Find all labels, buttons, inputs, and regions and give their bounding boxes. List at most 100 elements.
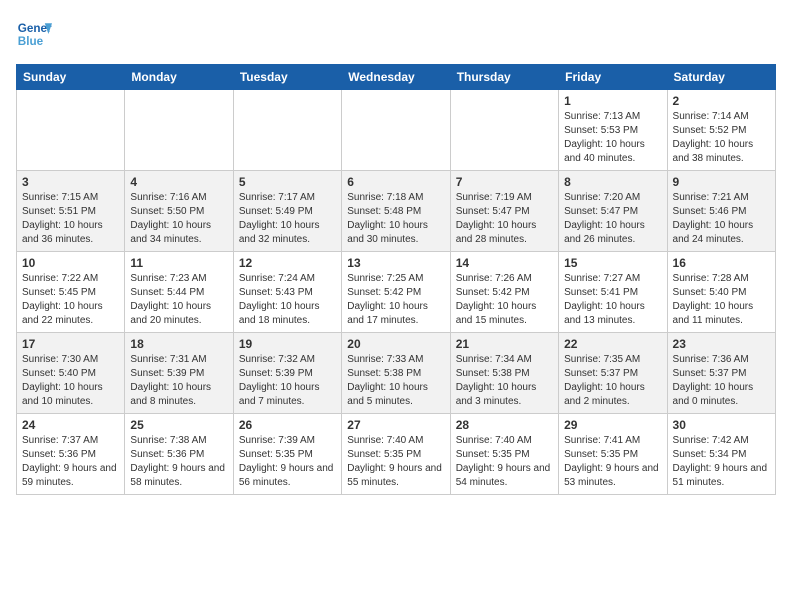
day-info: Sunrise: 7:22 AMSunset: 5:45 PMDaylight:… — [22, 272, 119, 328]
day-info: Sunrise: 7:27 AMSunset: 5:41 PMDaylight:… — [564, 272, 661, 328]
day-info: Sunrise: 7:25 AMSunset: 5:42 PMDaylight:… — [347, 272, 444, 328]
day-info: Sunrise: 7:20 AMSunset: 5:47 PMDaylight:… — [564, 191, 661, 247]
day-info: Sunrise: 7:15 AMSunset: 5:51 PMDaylight:… — [22, 191, 119, 247]
day-info: Sunrise: 7:40 AMSunset: 5:35 PMDaylight:… — [347, 434, 444, 490]
day-info: Sunrise: 7:38 AMSunset: 5:36 PMDaylight:… — [130, 434, 227, 490]
calendar-day-cell: 9 Sunrise: 7:21 AMSunset: 5:46 PMDaylight… — [667, 171, 775, 252]
day-number: 12 — [239, 256, 336, 270]
day-number: 10 — [22, 256, 119, 270]
calendar-day-cell: 18 Sunrise: 7:31 AMSunset: 5:39 PMDayligh… — [125, 333, 233, 414]
calendar-day-cell: 6Sunrise: 7:18 AMSunset: 5:48 PMDaylight… — [342, 171, 450, 252]
calendar-day-cell: 13 Sunrise: 7:25 AMSunset: 5:42 PMDayligh… — [342, 252, 450, 333]
calendar-day-cell — [125, 90, 233, 171]
calendar-day-cell: 29Sunrise: 7:41 AMSunset: 5:35 PMDayligh… — [559, 414, 667, 495]
weekday-header-row: SundayMondayTuesdayWednesdayThursdayFrid… — [17, 65, 776, 90]
calendar-day-cell: 28Sunrise: 7:40 AMSunset: 5:35 PMDayligh… — [450, 414, 558, 495]
day-info: Sunrise: 7:21 AMSunset: 5:46 PMDaylight:… — [673, 191, 770, 247]
day-number: 7 — [456, 175, 553, 189]
day-info: Sunrise: 7:39 AMSunset: 5:35 PMDaylight:… — [239, 434, 336, 490]
calendar-day-cell — [233, 90, 341, 171]
calendar-day-cell: 15 Sunrise: 7:27 AMSunset: 5:41 PMDayligh… — [559, 252, 667, 333]
calendar-week-row: 17Sunrise: 7:30 AMSunset: 5:40 PMDayligh… — [17, 333, 776, 414]
day-number: 26 — [239, 418, 336, 432]
day-number: 14 — [456, 256, 553, 270]
logo: General Blue — [16, 16, 52, 52]
day-number: 8 — [564, 175, 661, 189]
day-number: 17 — [22, 337, 119, 351]
day-number: 15 — [564, 256, 661, 270]
day-number: 30 — [673, 418, 770, 432]
day-number: 19 — [239, 337, 336, 351]
page-header: General Blue — [16, 16, 776, 52]
day-number: 20 — [347, 337, 444, 351]
day-number: 2 — [673, 94, 770, 108]
day-number: 16 — [673, 256, 770, 270]
day-number: 1 — [564, 94, 661, 108]
day-number: 24 — [22, 418, 119, 432]
calendar-day-cell: 14 Sunrise: 7:26 AMSunset: 5:42 PMDayligh… — [450, 252, 558, 333]
weekday-header: Tuesday — [233, 65, 341, 90]
day-info: Sunrise: 7:33 AMSunset: 5:38 PMDaylight:… — [347, 353, 444, 409]
weekday-header: Wednesday — [342, 65, 450, 90]
day-number: 29 — [564, 418, 661, 432]
weekday-header: Thursday — [450, 65, 558, 90]
weekday-header: Sunday — [17, 65, 125, 90]
day-info: Sunrise: 7:40 AMSunset: 5:35 PMDaylight:… — [456, 434, 553, 490]
calendar-day-cell: 19 Sunrise: 7:32 AMSunset: 5:39 PMDayligh… — [233, 333, 341, 414]
calendar-week-row: 3 Sunrise: 7:15 AMSunset: 5:51 PMDaylight… — [17, 171, 776, 252]
day-info: Sunrise: 7:36 AMSunset: 5:37 PMDaylight:… — [673, 353, 770, 409]
calendar-day-cell: 5Sunrise: 7:17 AMSunset: 5:49 PMDaylight… — [233, 171, 341, 252]
day-info: Sunrise: 7:18 AMSunset: 5:48 PMDaylight:… — [347, 191, 444, 247]
calendar-week-row: 24 Sunrise: 7:37 AMSunset: 5:36 PMDayligh… — [17, 414, 776, 495]
calendar-day-cell: 26 Sunrise: 7:39 AMSunset: 5:35 PMDayligh… — [233, 414, 341, 495]
day-info: Sunrise: 7:16 AMSunset: 5:50 PMDaylight:… — [130, 191, 227, 247]
weekday-header: Saturday — [667, 65, 775, 90]
day-info: Sunrise: 7:24 AMSunset: 5:43 PMDaylight:… — [239, 272, 336, 328]
day-info: Sunrise: 7:32 AMSunset: 5:39 PMDaylight:… — [239, 353, 336, 409]
logo-icon: General Blue — [16, 16, 52, 52]
calendar-day-cell: 24 Sunrise: 7:37 AMSunset: 5:36 PMDayligh… — [17, 414, 125, 495]
day-number: 11 — [130, 256, 227, 270]
calendar-day-cell: 3 Sunrise: 7:15 AMSunset: 5:51 PMDaylight… — [17, 171, 125, 252]
day-number: 18 — [130, 337, 227, 351]
calendar-day-cell: 12 Sunrise: 7:24 AMSunset: 5:43 PMDayligh… — [233, 252, 341, 333]
calendar-table: SundayMondayTuesdayWednesdayThursdayFrid… — [16, 64, 776, 495]
day-number: 13 — [347, 256, 444, 270]
day-info: Sunrise: 7:14 AMSunset: 5:52 PMDaylight:… — [673, 110, 770, 166]
day-info: Sunrise: 7:31 AMSunset: 5:39 PMDaylight:… — [130, 353, 227, 409]
calendar-day-cell: 1 Sunrise: 7:13 AMSunset: 5:53 PMDaylight… — [559, 90, 667, 171]
calendar-day-cell: 8 Sunrise: 7:20 AMSunset: 5:47 PMDaylight… — [559, 171, 667, 252]
calendar-day-cell: 23Sunrise: 7:36 AMSunset: 5:37 PMDayligh… — [667, 333, 775, 414]
calendar-day-cell: 30 Sunrise: 7:42 AMSunset: 5:34 PMDayligh… — [667, 414, 775, 495]
calendar-day-cell: 22 Sunrise: 7:35 AMSunset: 5:37 PMDayligh… — [559, 333, 667, 414]
calendar-day-cell: 17Sunrise: 7:30 AMSunset: 5:40 PMDayligh… — [17, 333, 125, 414]
day-info: Sunrise: 7:19 AMSunset: 5:47 PMDaylight:… — [456, 191, 553, 247]
calendar-day-cell: 21 Sunrise: 7:34 AMSunset: 5:38 PMDayligh… — [450, 333, 558, 414]
day-info: Sunrise: 7:35 AMSunset: 5:37 PMDaylight:… — [564, 353, 661, 409]
day-info: Sunrise: 7:13 AMSunset: 5:53 PMDaylight:… — [564, 110, 661, 166]
day-info: Sunrise: 7:34 AMSunset: 5:38 PMDaylight:… — [456, 353, 553, 409]
day-number: 4 — [130, 175, 227, 189]
day-info: Sunrise: 7:28 AMSunset: 5:40 PMDaylight:… — [673, 272, 770, 328]
weekday-header: Friday — [559, 65, 667, 90]
calendar-day-cell: 27Sunrise: 7:40 AMSunset: 5:35 PMDayligh… — [342, 414, 450, 495]
calendar-week-row: 1 Sunrise: 7:13 AMSunset: 5:53 PMDaylight… — [17, 90, 776, 171]
day-info: Sunrise: 7:23 AMSunset: 5:44 PMDaylight:… — [130, 272, 227, 328]
day-number: 9 — [673, 175, 770, 189]
calendar-day-cell: 16 Sunrise: 7:28 AMSunset: 5:40 PMDayligh… — [667, 252, 775, 333]
calendar-day-cell: 20 Sunrise: 7:33 AMSunset: 5:38 PMDayligh… — [342, 333, 450, 414]
day-info: Sunrise: 7:26 AMSunset: 5:42 PMDaylight:… — [456, 272, 553, 328]
calendar-day-cell — [342, 90, 450, 171]
svg-text:Blue: Blue — [18, 35, 44, 48]
day-info: Sunrise: 7:42 AMSunset: 5:34 PMDaylight:… — [673, 434, 770, 490]
calendar-day-cell — [17, 90, 125, 171]
calendar-day-cell: 2 Sunrise: 7:14 AMSunset: 5:52 PMDaylight… — [667, 90, 775, 171]
calendar-day-cell: 11 Sunrise: 7:23 AMSunset: 5:44 PMDayligh… — [125, 252, 233, 333]
day-number: 3 — [22, 175, 119, 189]
day-number: 22 — [564, 337, 661, 351]
day-info: Sunrise: 7:37 AMSunset: 5:36 PMDaylight:… — [22, 434, 119, 490]
calendar-week-row: 10 Sunrise: 7:22 AMSunset: 5:45 PMDayligh… — [17, 252, 776, 333]
day-number: 5 — [239, 175, 336, 189]
calendar-day-cell: 10 Sunrise: 7:22 AMSunset: 5:45 PMDayligh… — [17, 252, 125, 333]
day-number: 21 — [456, 337, 553, 351]
